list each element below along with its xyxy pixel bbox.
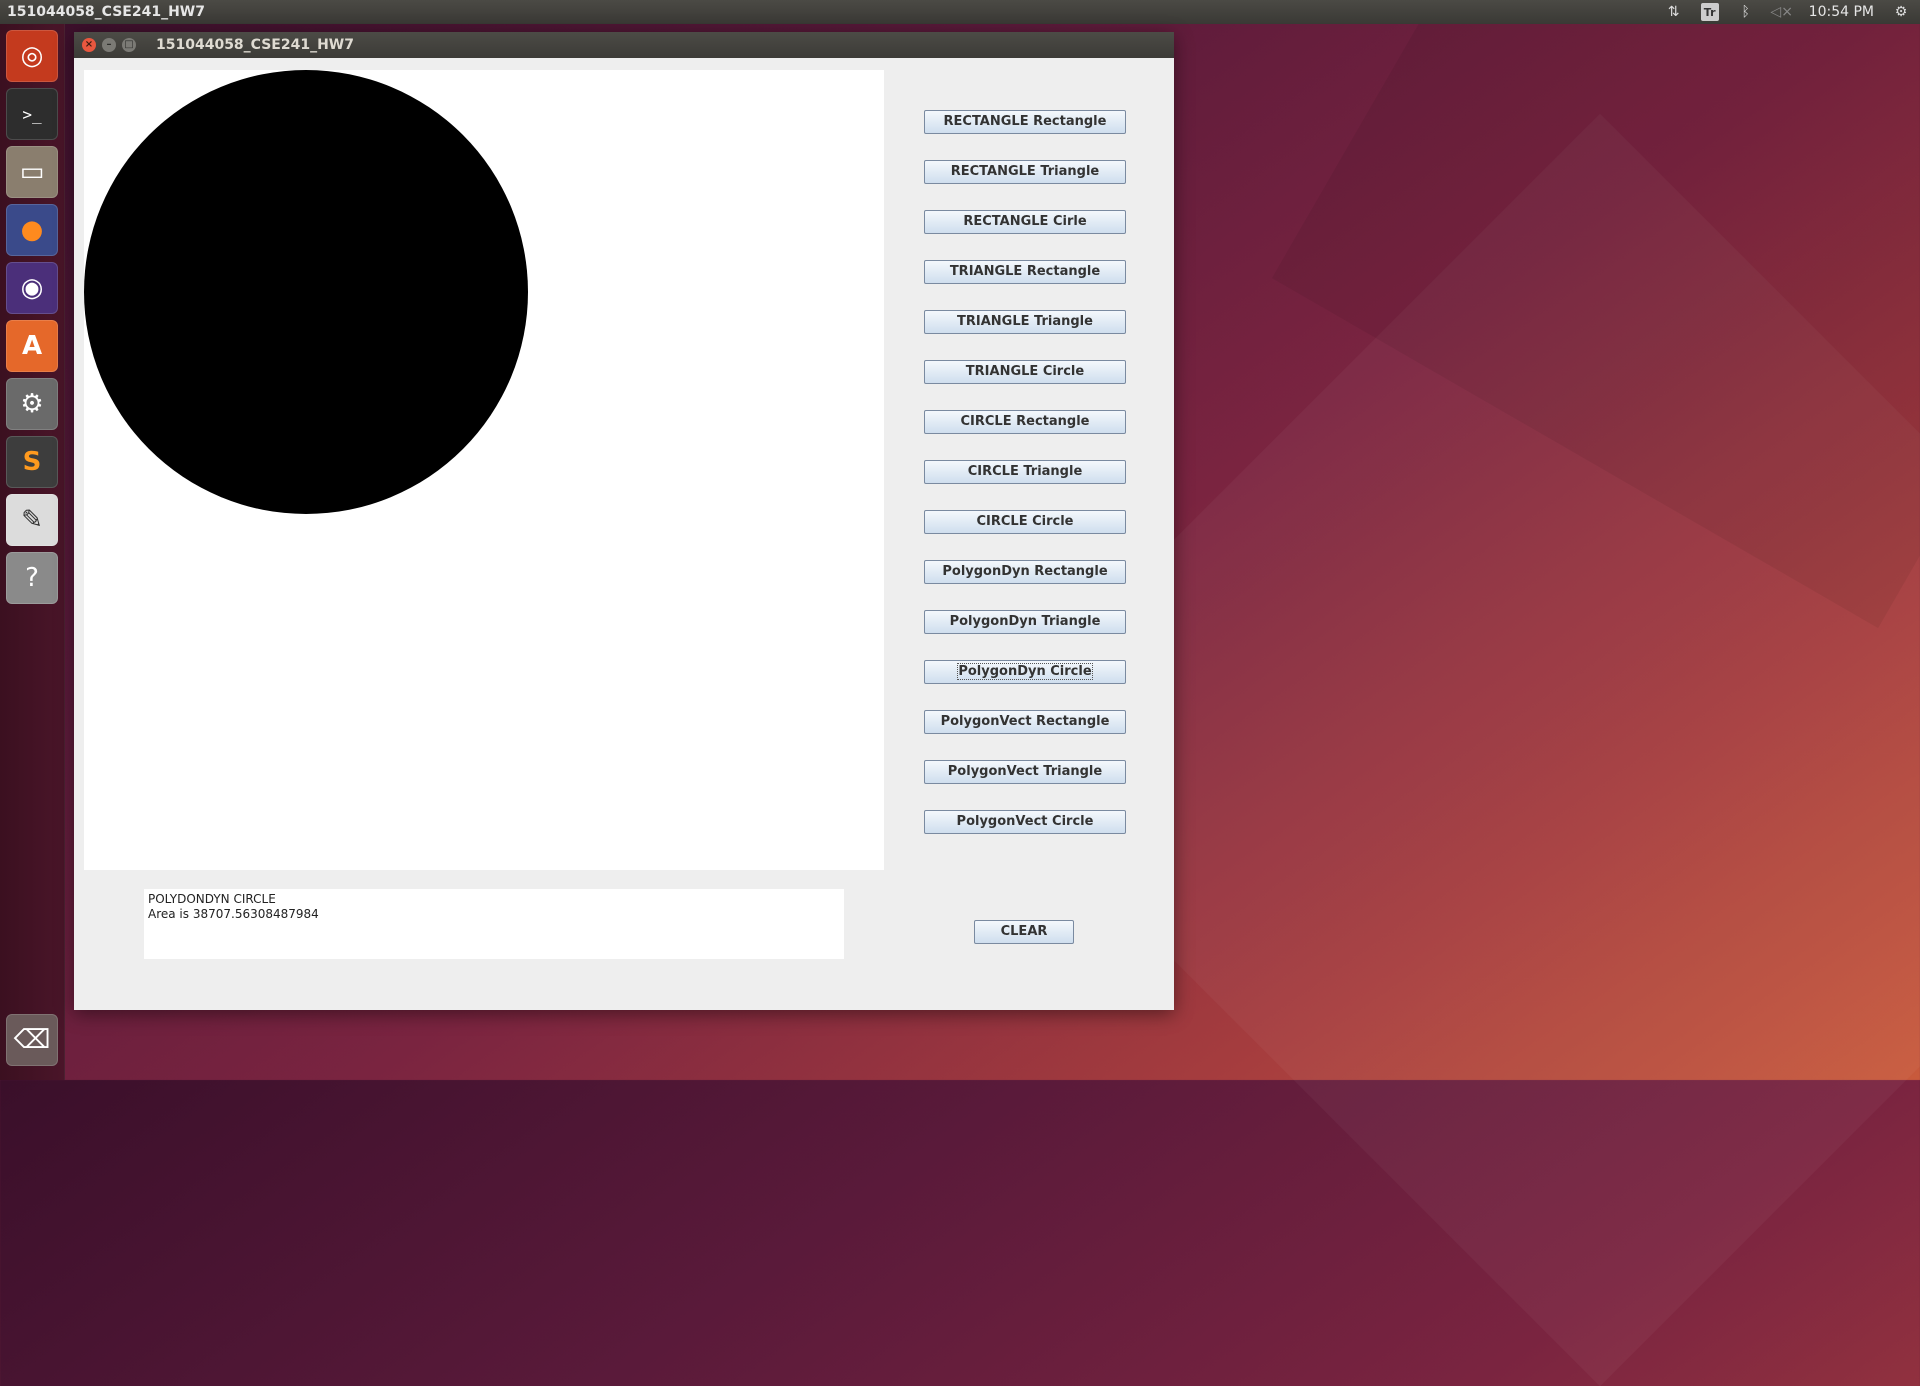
polygonvect-circle-button[interactable]: PolygonVect Circle [924, 810, 1126, 834]
trash-icon[interactable]: ⌫ [6, 1014, 58, 1066]
circle-triangle-button[interactable]: CIRCLE Triangle [924, 460, 1126, 484]
system-settings-icon[interactable]: ⚙ [6, 378, 58, 430]
drawn-circle-shape [84, 70, 528, 514]
system-tray: ⇅ Tr ᛒ ◁× 10:54 PM ⚙ [1665, 3, 1920, 21]
circle-circle-button[interactable]: CIRCLE Circle [924, 510, 1126, 534]
ubuntu-dash-icon[interactable]: ◎ [6, 30, 58, 82]
help-icon[interactable]: ? [6, 552, 58, 604]
bluetooth-icon[interactable]: ᛒ [1737, 3, 1755, 21]
firefox-icon[interactable]: ● [6, 204, 58, 256]
triangle-triangle-button[interactable]: TRIANGLE Triangle [924, 310, 1126, 334]
clear-button[interactable]: CLEAR [974, 920, 1074, 944]
polygondyn-triangle-button[interactable]: PolygonDyn Triangle [924, 610, 1126, 634]
close-icon[interactable]: × [82, 38, 96, 52]
active-app-title: 151044058_CSE241_HW7 [7, 4, 205, 20]
software-center-icon[interactable]: A [6, 320, 58, 372]
output-text-area[interactable]: POLYDONDYN CIRCLE Area is 38707.56308487… [144, 889, 844, 959]
triangle-circle-button[interactable]: TRIANGLE Circle [924, 360, 1126, 384]
rectangle-rectangle-button[interactable]: RECTANGLE Rectangle [924, 110, 1126, 134]
drawing-canvas [84, 70, 884, 870]
launcher: ◎ >_ ▭ ● ◉ A ⚙ S ✎ ? ⌫ [0, 24, 65, 1080]
top-panel: 151044058_CSE241_HW7 ⇅ Tr ᛒ ◁× 10:54 PM … [0, 0, 1920, 24]
clock[interactable]: 10:54 PM [1809, 4, 1874, 20]
output-line-area: Area is 38707.56308487984 [148, 907, 319, 921]
rectangle-triangle-button[interactable]: RECTANGLE Triangle [924, 160, 1126, 184]
rectangle-circle-button[interactable]: RECTANGLE Cirle [924, 210, 1126, 234]
shape-button-column: RECTANGLE Rectangle RECTANGLE Triangle R… [924, 110, 1126, 860]
volume-muted-icon[interactable]: ◁× [1770, 3, 1793, 21]
output-line-shape: POLYDONDYN CIRCLE [148, 892, 276, 906]
window-title: 151044058_CSE241_HW7 [156, 37, 354, 53]
polygondyn-rectangle-button[interactable]: PolygonDyn Rectangle [924, 560, 1126, 584]
eclipse-icon[interactable]: ◉ [6, 262, 58, 314]
maximize-icon[interactable]: □ [122, 38, 136, 52]
polygonvect-triangle-button[interactable]: PolygonVect Triangle [924, 760, 1126, 784]
text-editor-icon[interactable]: ✎ [6, 494, 58, 546]
keyboard-layout-indicator[interactable]: Tr [1700, 3, 1719, 21]
polygondyn-circle-button[interactable]: PolygonDyn Circle [924, 660, 1126, 684]
gear-icon[interactable]: ⚙ [1892, 3, 1910, 21]
sublime-text-icon[interactable]: S [6, 436, 58, 488]
terminal-icon[interactable]: >_ [6, 88, 58, 140]
circle-rectangle-button[interactable]: CIRCLE Rectangle [924, 410, 1126, 434]
files-icon[interactable]: ▭ [6, 146, 58, 198]
triangle-rectangle-button[interactable]: TRIANGLE Rectangle [924, 260, 1126, 284]
minimize-icon[interactable]: – [102, 38, 116, 52]
polygonvect-rectangle-button[interactable]: PolygonVect Rectangle [924, 710, 1126, 734]
network-icon[interactable]: ⇅ [1665, 3, 1683, 21]
window-titlebar[interactable]: × – □ 151044058_CSE241_HW7 [74, 32, 1174, 58]
app-window: × – □ 151044058_CSE241_HW7 RECTANGLE Rec… [74, 32, 1174, 1010]
